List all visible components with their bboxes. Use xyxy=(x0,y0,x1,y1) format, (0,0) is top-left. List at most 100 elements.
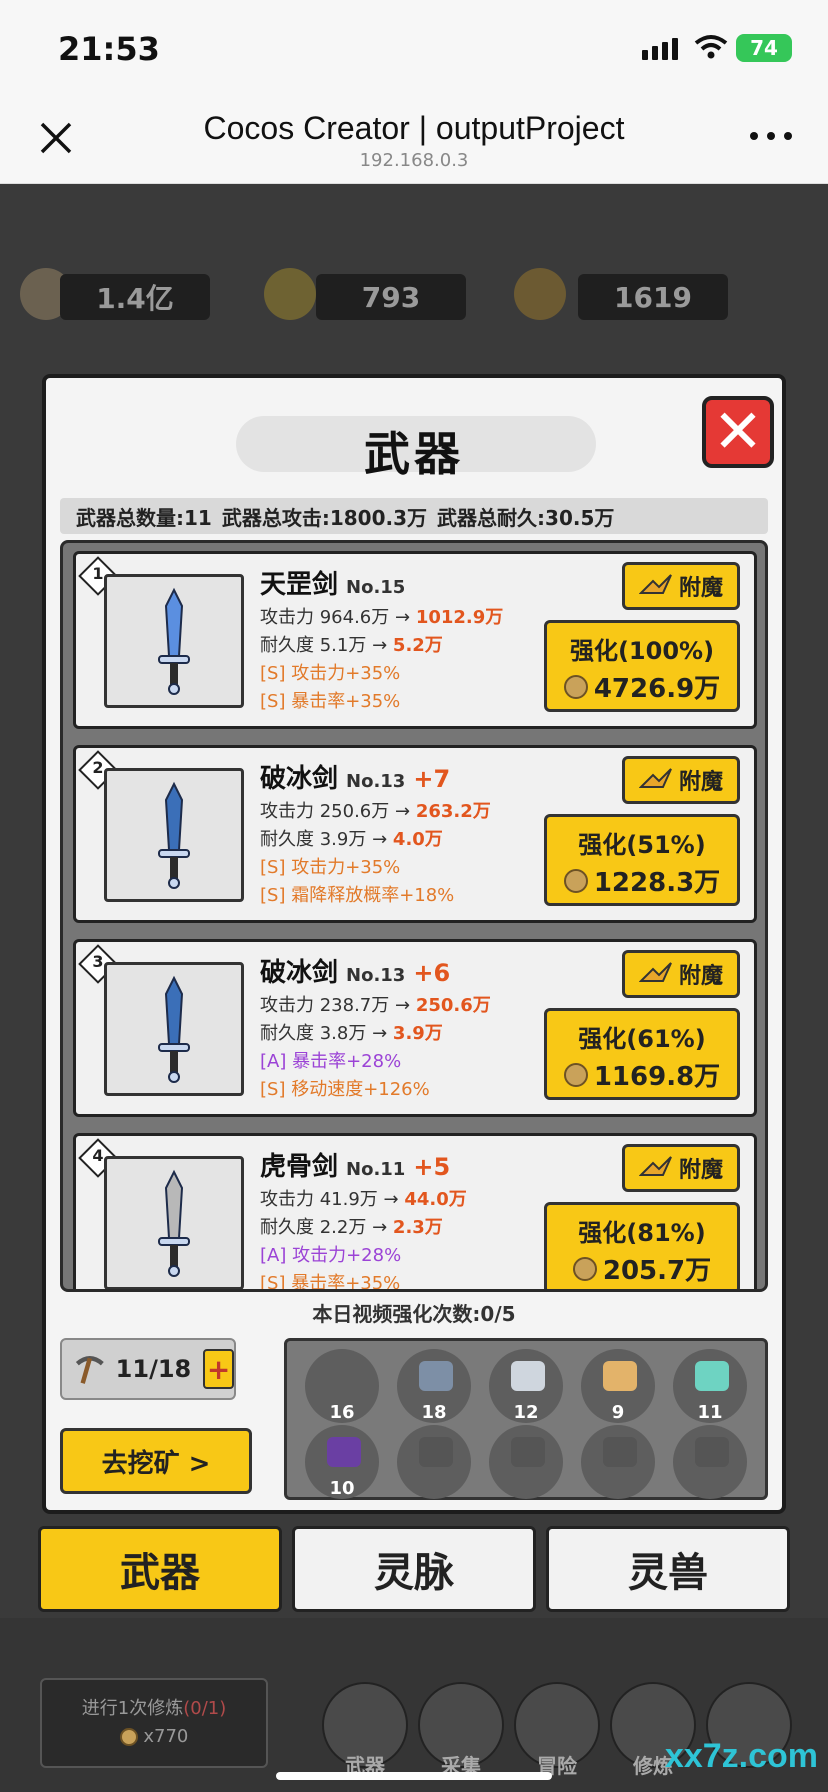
resource-cranes: 1619 xyxy=(578,274,728,320)
upgrade-button[interactable]: 强化(100%) 4726.9万 xyxy=(544,620,740,712)
ore-icon xyxy=(603,1361,637,1391)
weapon-card[interactable]: 1 天罡剑 No.15 攻击力 964.6万 → 1012.9万 耐久度 5.1… xyxy=(73,551,757,729)
mission-progress: (0/1) xyxy=(183,1698,227,1719)
upgrade-label: 强化(51%) xyxy=(578,831,706,859)
arrow-icon: → xyxy=(395,607,411,628)
sword-icon xyxy=(158,1169,190,1277)
sword-icon xyxy=(158,975,190,1083)
weapon-list[interactable]: 1 天罡剑 No.15 攻击力 964.6万 → 1012.9万 耐久度 5.1… xyxy=(60,540,768,1292)
go-mining-button[interactable]: 去挖矿 > xyxy=(60,1428,252,1494)
enchant-button[interactable]: 附魔 xyxy=(622,756,740,804)
resource-coins: 1.4亿 xyxy=(60,274,210,320)
attack-line: 攻击力 41.9万 → 44.0万 xyxy=(260,1185,560,1211)
enchant-label: 附魔 xyxy=(678,770,723,795)
ore-slot[interactable]: 11 xyxy=(673,1349,747,1423)
arrow-icon: → xyxy=(372,1217,388,1238)
upgrade-cost: 1228.3万 xyxy=(593,868,721,898)
ore-slot[interactable]: 9 xyxy=(581,1349,655,1423)
mission-card[interactable]: 进行1次修炼(0/1) x770 xyxy=(40,1678,268,1768)
weapon-level: +5 xyxy=(413,1153,451,1181)
panel-tabs: 武器 灵脉 灵兽 xyxy=(38,1526,790,1614)
weapon-number: No.15 xyxy=(346,577,406,598)
enchant-button[interactable]: 附魔 xyxy=(622,1144,740,1192)
weapon-thumbnail xyxy=(104,768,244,902)
ore-icon xyxy=(327,1361,361,1391)
video-upgrade-count: 本日视频强化次数:0/5 xyxy=(312,1302,516,1326)
durability-current: 耐久度 2.2万 xyxy=(260,1217,367,1238)
upgrade-button[interactable]: 强化(61%) 1169.8万 xyxy=(544,1008,740,1100)
ore-icon xyxy=(603,1437,637,1467)
weapon-name: 虎骨剑 xyxy=(260,1152,339,1182)
tab-weapons[interactable]: 武器 xyxy=(38,1526,282,1612)
upgrade-label: 强化(81%) xyxy=(578,1219,706,1247)
upgrade-cost: 4726.9万 xyxy=(593,674,721,704)
weapon-number: No.13 xyxy=(346,771,406,792)
attribute-1: [A] 攻击力+28% xyxy=(260,1245,402,1266)
browser-bar: Cocos Creator | outputProject 192.168.0.… xyxy=(0,96,828,184)
tab-spirit-beasts[interactable]: 灵兽 xyxy=(546,1526,790,1612)
crane-icon xyxy=(638,1156,672,1176)
arrow-icon: → xyxy=(372,635,388,656)
ore-slot[interactable] xyxy=(581,1425,655,1499)
arrow-icon: → xyxy=(395,801,411,822)
mission-reward: x770 xyxy=(143,1726,189,1747)
upgrade-button[interactable]: 强化(51%) 1228.3万 xyxy=(544,814,740,906)
crane-icon xyxy=(514,268,566,320)
ore-count: 10 xyxy=(329,1478,355,1499)
coin-icon xyxy=(563,674,588,699)
durability-line: 耐久度 3.8万 → 3.9万 xyxy=(260,1019,560,1045)
pickaxe-counter: 11/18 + xyxy=(60,1338,236,1400)
ore-slot[interactable] xyxy=(397,1425,471,1499)
arrow-icon: → xyxy=(372,829,388,850)
sword-icon xyxy=(158,587,190,695)
enchant-button[interactable]: 附魔 xyxy=(622,562,740,610)
attribute-1: [S] 攻击力+35% xyxy=(260,663,401,684)
durability-next: 2.3万 xyxy=(392,1217,443,1238)
ore-icon xyxy=(419,1361,453,1391)
attack-line: 攻击力 964.6万 → 1012.9万 xyxy=(260,603,560,629)
weapon-info: 破冰剑 No.13 +6 攻击力 238.7万 → 250.6万 耐久度 3.8… xyxy=(260,952,560,1101)
arrow-icon: → xyxy=(383,1189,399,1210)
ore-slot[interactable]: 18 xyxy=(397,1349,471,1423)
weapon-card[interactable]: 2 破冰剑 No.13 +7 攻击力 250.6万 → 263.2万 耐久度 3… xyxy=(73,745,757,923)
weapon-card[interactable]: 4 虎骨剑 No.11 +5 攻击力 41.9万 → 44.0万 耐久度 2.2… xyxy=(73,1133,757,1292)
ore-slot[interactable]: 16 xyxy=(305,1349,379,1423)
ore-slot[interactable] xyxy=(489,1425,563,1499)
ore-icon xyxy=(327,1437,361,1467)
ore-slot[interactable]: 12 xyxy=(489,1349,563,1423)
ore-slot[interactable] xyxy=(673,1425,747,1499)
watermark: xx7z.com xyxy=(664,1737,818,1775)
weapon-level: +7 xyxy=(413,765,451,793)
attack-line: 攻击力 250.6万 → 263.2万 xyxy=(260,797,560,823)
attack-next: 250.6万 xyxy=(415,995,491,1016)
enchant-label: 附魔 xyxy=(678,576,723,601)
durability-current: 耐久度 3.8万 xyxy=(260,1023,367,1044)
upgrade-button[interactable]: 强化(81%) 205.7万 xyxy=(544,1202,740,1289)
weapon-number: No.11 xyxy=(346,1159,406,1180)
crane-icon xyxy=(638,574,672,594)
durability-line: 耐久度 5.1万 → 5.2万 xyxy=(260,631,560,657)
tab-spirit-veins[interactable]: 灵脉 xyxy=(292,1526,536,1612)
ore-count: 18 xyxy=(421,1402,447,1423)
weapon-name: 破冰剑 xyxy=(260,958,339,988)
weapon-stats-bar: 武器总数量:11 武器总攻击:1800.3万 武器总耐久:30.5万 xyxy=(60,498,768,534)
enchant-label: 附魔 xyxy=(678,964,723,989)
add-pickaxe-button[interactable]: + xyxy=(203,1349,234,1389)
attribute-2: [S] 暴击率+35% xyxy=(260,1273,401,1292)
upgrade-cost: 1169.8万 xyxy=(593,1062,721,1092)
weapon-card[interactable]: 3 破冰剑 No.13 +6 攻击力 238.7万 → 250.6万 耐久度 3… xyxy=(73,939,757,1117)
durability-next: 4.0万 xyxy=(392,829,443,850)
ore-count: 11 xyxy=(697,1402,723,1423)
ore-icon xyxy=(695,1361,729,1391)
attack-current: 攻击力 41.9万 xyxy=(260,1189,378,1210)
stat-attack: 武器总攻击:1800.3万 xyxy=(221,505,428,530)
panel-title: 武器 xyxy=(364,427,464,481)
attack-line: 攻击力 238.7万 → 250.6万 xyxy=(260,991,560,1017)
attack-current: 攻击力 250.6万 xyxy=(260,801,390,822)
arrow-icon: → xyxy=(395,995,411,1016)
ore-count: 16 xyxy=(329,1402,355,1423)
close-panel-button[interactable]: ✕ xyxy=(702,396,774,468)
ore-slot[interactable]: 10 xyxy=(305,1425,379,1499)
enchant-button[interactable]: 附魔 xyxy=(622,950,740,998)
more-menu-icon[interactable] xyxy=(750,132,792,140)
